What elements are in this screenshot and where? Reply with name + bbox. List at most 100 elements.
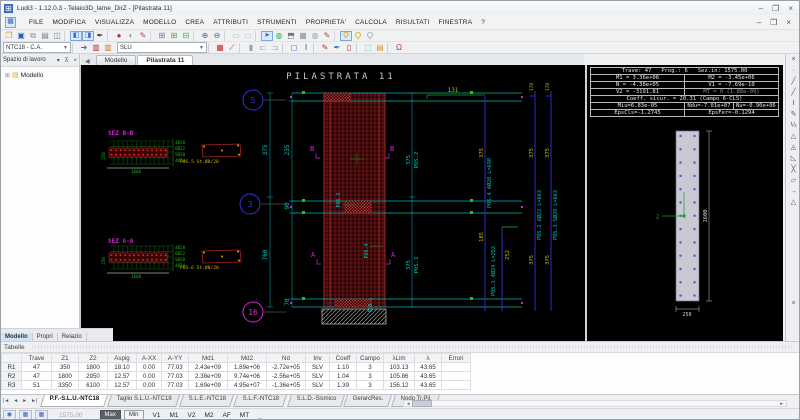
scroll-left-icon[interactable]: ◄ [404,401,412,406]
norm-combo[interactable]: NTC18 - C.A. ▼ [3,42,71,53]
tab-slf-ntc18[interactable]: S.L.F.-NTC18 [233,395,288,407]
tab-modello[interactable]: Modello [95,55,137,65]
close-icon[interactable]: × [73,58,77,64]
box-red-icon[interactable]: ▯ [343,43,355,53]
toggle-af[interactable]: AF [222,412,230,419]
draw-pencil-icon[interactable]: ✎ [321,31,333,41]
zoom-section-icon[interactable]: ◉ [3,409,16,419]
col-nd[interactable]: Nd [266,353,306,363]
mini-tab-propri[interactable]: Propri [32,333,58,341]
horizontal-scrollbar[interactable]: ◄ ► [403,400,787,407]
pencil-tool-icon[interactable]: ✎ [791,109,797,120]
material-gray-icon[interactable]: ◐ [125,31,137,41]
cross-tool-icon[interactable]: ╳ [791,164,795,175]
book-red-icon[interactable]: ▥ [90,43,102,53]
lamp-on-icon[interactable]: Ϙ [340,30,352,41]
toggle-mt[interactable]: MT [240,412,249,419]
load-case-combo[interactable]: SLU ▼ [117,42,207,53]
ibeam-tool-icon[interactable]: Ⅰ [792,98,794,109]
grid-select-icon[interactable]: ⊞ [156,31,168,41]
col-md2[interactable]: Md2 [227,353,267,363]
col-z2[interactable]: Z2 [78,353,108,363]
dropdown-icon[interactable]: ▾ [57,58,60,64]
row-header[interactable]: R1 [1,362,22,372]
toggle-m1[interactable]: M1 [169,412,178,419]
menu-finestra[interactable]: FINESTRA [438,19,472,26]
mdi-close-icon[interactable]: × [786,18,791,27]
sketch-pencil-icon[interactable]: ✎ [319,43,331,53]
assign-icon[interactable]: ➜ [78,43,90,53]
prism-tool-icon[interactable]: ◬ [791,142,796,153]
table-row[interactable]: R1 47 350 1800 18.10 0.00 77.03 2.43e+09 1.89e+… [1,362,471,372]
menu-modifica[interactable]: MODIFICA [53,19,86,26]
col-coeff[interactable]: Coeff [329,353,357,363]
globe-icon[interactable]: ◍ [273,31,285,41]
menu-attributi[interactable]: ATTRIBUTI [213,19,248,26]
menu-calcola[interactable]: CALCOLA [355,19,387,26]
book-orange-icon[interactable]: ▥ [102,43,114,53]
select-arrow-icon[interactable]: ➤ [261,30,273,41]
print-preview-icon[interactable]: ◫ [51,31,63,41]
grid-view-icon[interactable]: ▦ [19,409,32,419]
copy-icon[interactable]: ⧉ [27,31,39,41]
close-icon[interactable]: × [788,4,793,13]
menu-visualizza[interactable]: VISUALIZZA [95,19,134,26]
omega-icon[interactable]: Ω [393,43,405,53]
save-icon[interactable]: ▣ [15,31,27,41]
tree-item-modello[interactable]: ⊞ ▤ Modello [1,67,79,80]
strip-close2-icon[interactable]: × [791,298,795,309]
tab-pf-slu-ntc18[interactable]: P.F.-S.L.U.-NTC18 [40,395,108,407]
max-button[interactable]: Max [99,409,121,419]
document-icon[interactable]: ▦ [5,16,16,28]
wedge-tool-icon[interactable]: ◺ [791,153,796,164]
col-aspig[interactable]: Aspig [107,353,137,363]
tab-sld-sismico[interactable]: S.L.D.-Sismico [286,395,345,407]
menu-risultati[interactable]: RISULTATI [396,19,430,26]
menu-file[interactable]: FILE [29,19,44,26]
tab-gerarc-res[interactable]: GerarcRes. [343,395,393,407]
results-table[interactable]: Trave Z1 Z2 Aspig A-XX A-YY Md1 Md2 Nd I… [1,353,471,390]
scrollbar-thumb[interactable] [412,400,433,407]
col-inv[interactable]: Inv [305,353,330,363]
line-tool-icon[interactable]: ╱ [791,76,795,87]
tri2-tool-icon[interactable]: △ [791,197,796,208]
view-split-right-icon[interactable]: ◨ [82,30,94,41]
mdi-minimize-icon[interactable]: – [757,18,761,27]
section-i-icon[interactable]: Ⅰ [300,43,312,53]
col-lambda[interactable]: λ [414,353,442,363]
scroll-right-icon[interactable]: ► [778,401,786,406]
tab-scroll-left-icon[interactable]: ◀ [85,58,90,65]
menu-modello[interactable]: MODELLO [143,19,176,26]
view-split-left-icon[interactable]: ◧ [70,30,82,41]
zoom-in-icon[interactable]: ⊕ [199,31,211,41]
col-errori[interactable]: Errori [441,353,471,363]
row-header[interactable]: R2 [1,371,22,381]
beam-right-icon[interactable]: ⊐ [269,43,281,53]
scale-tool-icon[interactable]: ¼ [791,120,797,131]
restore-icon[interactable]: ❐ [772,4,779,13]
verify-grid-icon[interactable]: ▦ [214,43,226,53]
menu-crea[interactable]: CREA [185,19,204,26]
next-page-icon[interactable]: ► [20,395,29,404]
col-trave[interactable]: Trave [21,353,52,363]
grid-add-icon[interactable]: ⊞ [168,31,180,41]
annotate-icon[interactable]: ✒ [94,31,106,41]
col-campo[interactable]: Campo [356,353,384,363]
lamp-half-icon[interactable]: Ϙ [352,31,364,41]
minimize-icon[interactable]: – [759,4,763,13]
lamp-off-icon[interactable]: Ϙ [364,31,376,41]
open-icon[interactable]: ❐ [3,31,15,41]
table-row[interactable]: R3 51 3350 6100 12.57 0.00 77.03 1.69e+09 4.95e… [1,380,471,390]
tab-taglio-slu[interactable]: Taglio S.L.U.-NTC18 [107,395,180,407]
dot-tool-icon[interactable]: · [792,65,794,76]
node-icon[interactable]: ◻ [288,43,300,53]
mesh-icon[interactable]: ▦ [297,31,309,41]
dashed-rect-icon[interactable]: ⬚ [362,43,374,53]
arrow-tool-icon[interactable]: → [790,186,797,197]
menu-strumenti[interactable]: STRUMENTI [257,19,297,26]
plane-tool-icon[interactable]: ▱ [791,175,796,186]
verify-ruler-icon[interactable]: ⟋ [226,43,238,53]
column-icon[interactable]: ▮ [245,43,257,53]
pan-icon[interactable]: ▭ [230,31,242,41]
globe-gray-icon[interactable]: ◍ [309,31,321,41]
